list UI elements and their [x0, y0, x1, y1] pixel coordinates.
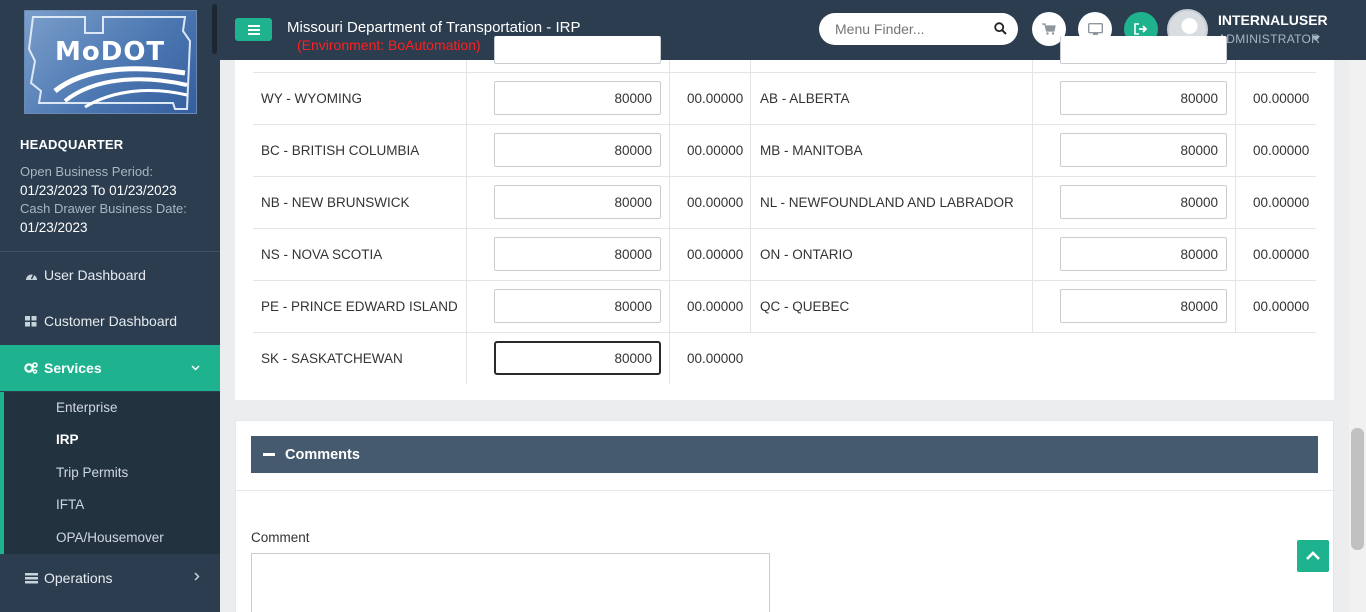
menu-toggle-button[interactable]: [235, 18, 272, 41]
column-divider: [466, 60, 467, 384]
business-period-info: Open Business Period: 01/23/2023 To 01/2…: [20, 163, 215, 237]
table-row: PE - PRINCE EDWARD ISLAND 00.00000 QC - QU…: [253, 281, 1316, 333]
page-scrollbar-thumb[interactable]: [1351, 428, 1364, 550]
column-divider: [669, 60, 670, 384]
open-period-label: Open Business Period:: [20, 164, 153, 179]
sidebar: MoDOT HEADQUARTER Open Business Period: …: [0, 0, 220, 612]
table-row-partial: [253, 36, 1316, 73]
jurisdiction-name: MB - MANITOBA: [760, 143, 863, 158]
jurisdiction-name: NL - NEWFOUNDLAND AND LABRADOR: [760, 195, 1014, 210]
comments-divider: [236, 490, 1333, 491]
monitor-icon: [1087, 22, 1103, 35]
cash-drawer-value: 01/23/2023: [20, 219, 88, 235]
open-period-value: 01/23/2023 To 01/23/2023: [20, 182, 177, 198]
percentage-value: 00.00000: [687, 247, 744, 262]
jurisdiction-name: PE - PRINCE EDWARD ISLAND: [261, 299, 458, 314]
table-row: WY - WYOMING 00.00000 AB - ALBERTA 00.00000: [253, 73, 1316, 125]
weight-input[interactable]: [494, 185, 661, 219]
submenu-trip-permits[interactable]: Trip Permits: [56, 465, 128, 480]
cogs-icon: [24, 362, 38, 374]
percentage-value: 00.00000: [687, 91, 744, 106]
back-to-top-button[interactable]: [1297, 540, 1329, 572]
jurisdiction-name: AB - ALBERTA: [760, 91, 850, 106]
services-submenu: Enterprise IRP Trip Permits IFTA OPA/Hou…: [0, 392, 220, 554]
menu-finder-input[interactable]: [835, 19, 985, 39]
percentage-value: 00.00000: [687, 195, 744, 210]
weight-input[interactable]: [1060, 81, 1227, 115]
column-divider: [750, 60, 751, 332]
sidebar-scrollbar[interactable]: [212, 4, 217, 54]
weight-input[interactable]: [494, 341, 661, 375]
jurisdiction-name: SK - SASKATCHEWAN: [261, 351, 403, 366]
menu-finder: [819, 13, 1018, 45]
list-icon: [24, 572, 38, 584]
jurisdiction-name: WY - WYOMING: [261, 91, 362, 106]
jurisdiction-name: NS - NOVA SCOTIA: [261, 247, 383, 262]
hamburger-icon: [247, 24, 260, 35]
dashboard-icon: [24, 269, 38, 281]
weight-input-partial[interactable]: [1060, 36, 1227, 64]
comments-header[interactable]: Comments: [251, 436, 1318, 473]
weight-input[interactable]: [1060, 289, 1227, 323]
percentage-value: 00.00000: [1253, 247, 1310, 262]
search-icon[interactable]: [994, 22, 1007, 38]
column-divider: [1235, 60, 1236, 332]
app-title: Missouri Department of Transportation - …: [287, 19, 581, 36]
user-menu-caret-icon[interactable]: [1312, 36, 1320, 41]
weight-input-partial[interactable]: [494, 36, 661, 64]
weight-input[interactable]: [1060, 133, 1227, 167]
environment-label: (Environment: BoAutomation): [297, 37, 481, 53]
percentage-value: 00.00000: [1253, 195, 1310, 210]
weight-input[interactable]: [1060, 185, 1227, 219]
nav-services[interactable]: Services: [0, 345, 220, 391]
submenu-opa-housemover[interactable]: OPA/Housemover: [56, 530, 164, 545]
jurisdiction-name: BC - BRITISH COLUMBIA: [261, 143, 420, 158]
cart-icon: [1042, 23, 1056, 35]
chevron-down-icon: [191, 360, 200, 374]
weight-input[interactable]: [494, 133, 661, 167]
comment-textarea[interactable]: [251, 553, 770, 612]
weight-input[interactable]: [494, 81, 661, 115]
modot-logo[interactable]: MoDOT: [24, 10, 197, 114]
nav-user-dashboard-label: User Dashboard: [44, 267, 146, 283]
table-row: NB - NEW BRUNSWICK 00.00000 NL - NEWFOUNDL…: [253, 177, 1316, 229]
nav-user-dashboard[interactable]: User Dashboard: [0, 252, 220, 298]
weight-input[interactable]: [1060, 237, 1227, 271]
table-row: BC - BRITISH COLUMBIA 00.00000 MB - MANITO…: [253, 125, 1316, 177]
submenu-irp[interactable]: IRP: [56, 432, 79, 447]
nav-customer-dashboard-label: Customer Dashboard: [44, 313, 178, 329]
nav-operations-label: Operations: [44, 570, 113, 586]
comments-title: Comments: [285, 446, 360, 463]
office-name: HEADQUARTER: [20, 137, 124, 152]
chevron-right-icon: [194, 570, 200, 584]
logout-icon: [1134, 23, 1148, 35]
percentage-value: 00.00000: [1253, 91, 1310, 106]
comment-label: Comment: [251, 530, 310, 545]
percentage-value: 00.00000: [1253, 299, 1310, 314]
weight-input[interactable]: [494, 289, 661, 323]
nav-customer-dashboard[interactable]: Customer Dashboard: [0, 298, 220, 344]
chevron-up-icon: [1306, 551, 1320, 560]
logo-text: MoDOT: [55, 37, 166, 67]
percentage-value: 00.00000: [687, 299, 744, 314]
user-name[interactable]: INTERNALUSER: [1218, 12, 1328, 28]
nav-operations[interactable]: Operations: [0, 555, 220, 601]
percentage-value: 00.00000: [1253, 143, 1310, 158]
percentage-value: 00.00000: [687, 351, 744, 366]
nav-services-label: Services: [44, 360, 102, 376]
table-row: NS - NOVA SCOTIA 00.00000 ON - ONTARIO 00.0…: [253, 229, 1316, 281]
collapse-icon[interactable]: [263, 453, 275, 456]
jurisdiction-name: NB - NEW BRUNSWICK: [261, 195, 410, 210]
submenu-enterprise[interactable]: Enterprise: [56, 400, 118, 415]
weight-input[interactable]: [494, 237, 661, 271]
percentage-value: 00.00000: [687, 143, 744, 158]
user-role[interactable]: ADMINISTRATOR: [1218, 32, 1320, 46]
column-divider: [1032, 60, 1033, 332]
grid-icon: [24, 315, 38, 327]
cash-drawer-label: Cash Drawer Business Date:: [20, 201, 187, 216]
jurisdiction-name: ON - ONTARIO: [760, 247, 853, 262]
submenu-ifta[interactable]: IFTA: [56, 497, 84, 512]
table-row: SK - SASKATCHEWAN 00.00000: [253, 333, 1316, 385]
jurisdiction-name: QC - QUEBEC: [760, 299, 850, 314]
